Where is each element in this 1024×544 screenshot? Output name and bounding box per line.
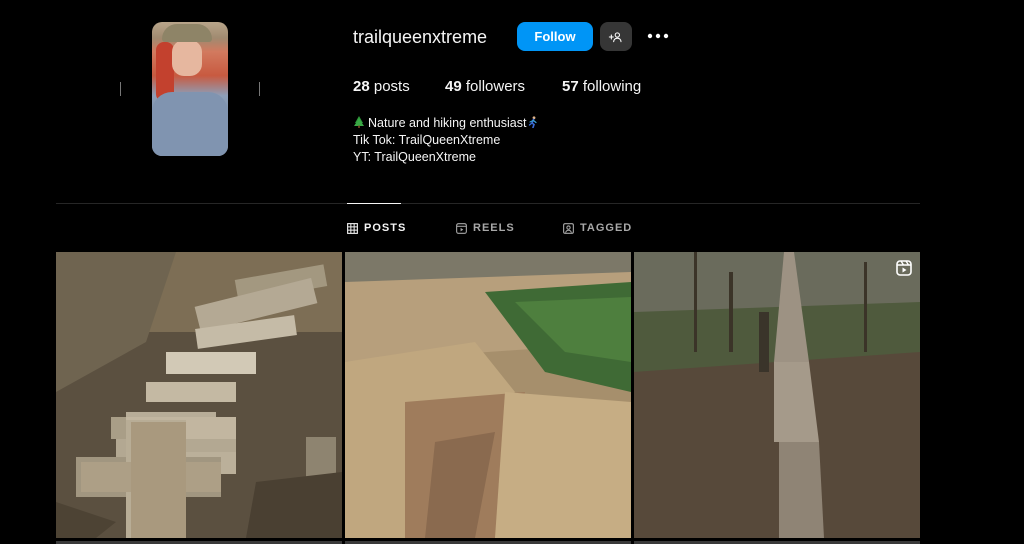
wooden-steps-trail-photo <box>56 252 342 538</box>
grid-icon <box>347 222 358 234</box>
reels-icon <box>456 222 467 234</box>
tab-tagged-label: TAGGED <box>580 222 633 234</box>
followers-count-value: 49 <box>445 78 462 95</box>
tab-posts-label: POSTS <box>364 222 407 234</box>
story-ring-right <box>259 82 260 96</box>
grassy-trail-photo <box>345 252 631 538</box>
followers-label: followers <box>465 78 526 95</box>
tab-tagged[interactable]: TAGGED <box>563 222 632 234</box>
avatar-shirt <box>152 92 228 156</box>
avatar-container[interactable] <box>120 18 260 158</box>
person-running-icon <box>529 116 538 128</box>
tab-reels[interactable]: REELS <box>456 222 515 234</box>
story-ring-left <box>120 82 121 96</box>
tab-posts[interactable]: POSTS <box>347 222 406 234</box>
follow-button[interactable]: Follow <box>517 22 593 51</box>
following-link[interactable]: 57 following <box>562 78 641 95</box>
bio-line-3: YT: TrailQueenXtreme <box>353 150 476 164</box>
more-options-button[interactable] <box>644 24 672 48</box>
profile-bio: Nature and hiking enthusiast Tik Tok: Tr… <box>353 115 539 166</box>
bio-line-2: Tik Tok: TrailQueenXtreme <box>353 133 501 147</box>
following-label: following <box>582 78 642 95</box>
boardwalk-trail-photo <box>634 252 920 538</box>
avatar-face <box>172 40 202 76</box>
following-count-value: 57 <box>562 78 579 95</box>
posts-count-value: 28 <box>353 78 370 95</box>
posts-count: 28 posts <box>353 78 410 95</box>
evergreen-tree-icon <box>354 116 364 128</box>
avatar-cap <box>162 24 212 42</box>
posts-count-label: posts <box>373 78 410 95</box>
reel-icon <box>896 260 912 276</box>
profile-divider <box>56 203 920 204</box>
bio-line-1: Nature and hiking enthusiast <box>353 115 539 132</box>
suggest-accounts-button[interactable] <box>600 22 632 51</box>
tab-reels-label: REELS <box>473 222 515 234</box>
post-thumbnail[interactable] <box>56 252 342 538</box>
post-thumbnail[interactable] <box>345 252 631 538</box>
bio-text-1: Nature and hiking enthusiast <box>368 116 527 130</box>
tagged-icon <box>563 222 574 234</box>
more-options-icon <box>647 33 669 39</box>
person-add-icon <box>608 31 622 42</box>
active-tab-indicator <box>347 203 401 204</box>
avatar[interactable] <box>152 22 228 156</box>
followers-link[interactable]: 49 followers <box>445 78 525 95</box>
profile-username: trailqueenxtreme <box>353 27 488 47</box>
post-thumbnail[interactable] <box>634 252 920 538</box>
